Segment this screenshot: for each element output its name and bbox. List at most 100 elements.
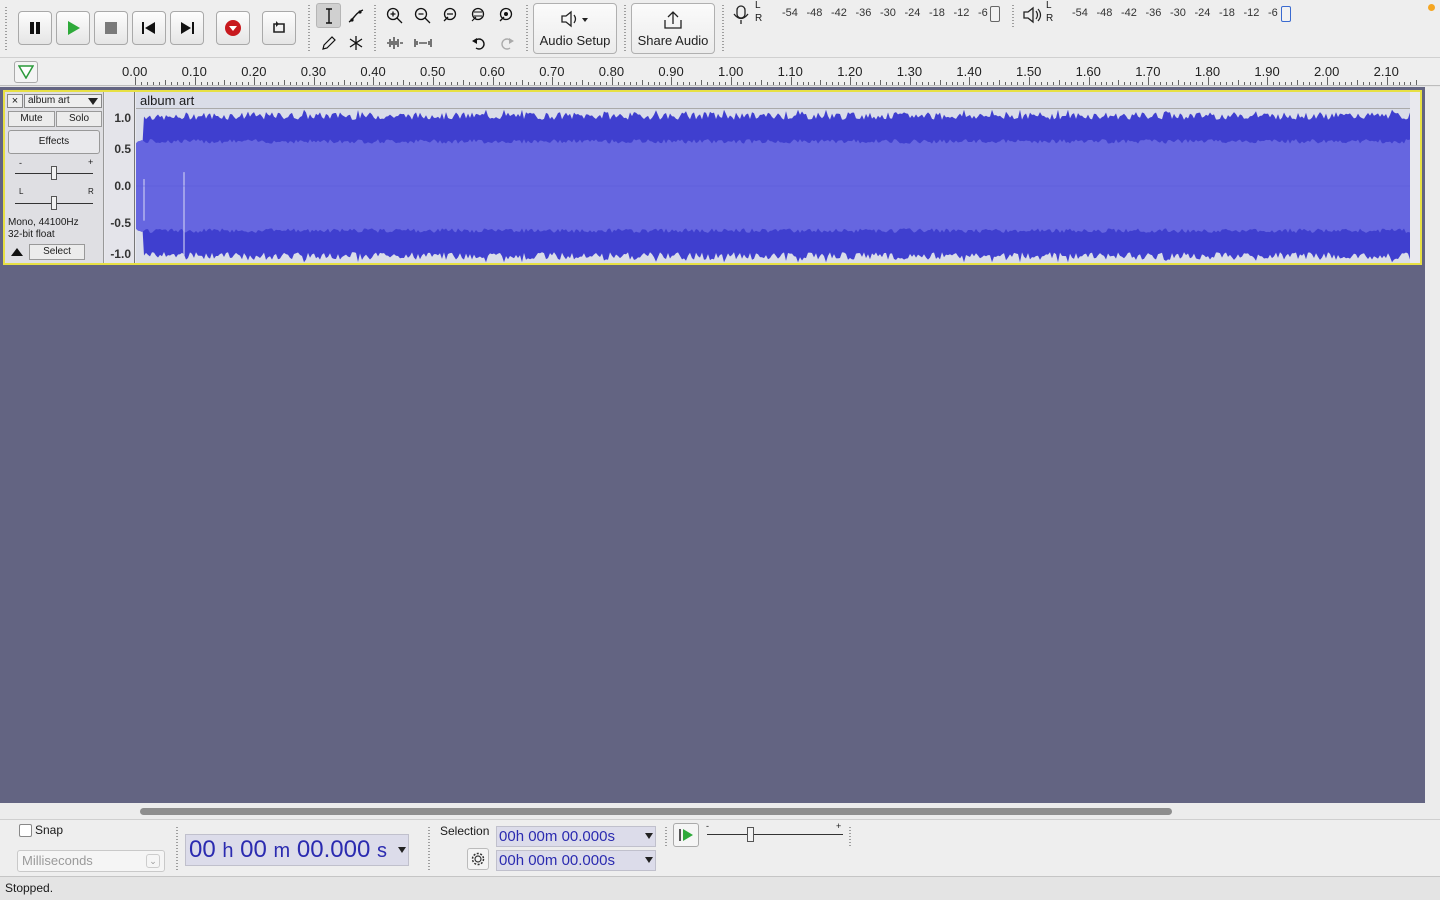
pan-left-label: L [19, 187, 24, 196]
draw-tool[interactable] [316, 30, 341, 55]
horizontal-scrollbar-thumb[interactable] [140, 808, 1172, 815]
toolbar-grip[interactable] [4, 6, 8, 50]
toolbar-grip[interactable] [175, 826, 179, 872]
track-close-button[interactable]: × [7, 94, 23, 108]
snap-unit-select[interactable]: Milliseconds ⌄ [17, 850, 165, 872]
meter-scale-label: -18 [929, 7, 945, 19]
snap-checkbox[interactable] [19, 824, 32, 837]
ruler-minor-tick [1011, 82, 1013, 85]
track-name-menu[interactable]: album art [24, 94, 102, 108]
ruler-tick [373, 77, 375, 85]
toolbar-grip[interactable] [721, 4, 725, 52]
pause-button[interactable] [18, 11, 52, 45]
selection-settings-button[interactable] [467, 848, 489, 870]
track-area[interactable]: × album art Mute Solo Effects - + L R Mo… [0, 87, 1425, 803]
toolbar-grip[interactable] [664, 826, 668, 848]
record-meter[interactable]: -54 -48 -42 -36 -30 -24 -18 -12 -6 [770, 3, 1005, 25]
ruler-minor-tick [1172, 82, 1174, 85]
ruler-minor-tick [468, 82, 470, 85]
ruler-tick [254, 77, 256, 85]
trim-audio-button[interactable] [382, 30, 407, 55]
fit-project-button[interactable] [466, 3, 491, 28]
horizontal-scrollbar[interactable] [0, 803, 1425, 819]
mute-button[interactable]: Mute [8, 111, 55, 127]
ruler-minor-tick [1034, 82, 1036, 85]
share-audio-button[interactable]: Share Audio [631, 3, 715, 54]
ruler-minor-tick [361, 82, 363, 85]
play-button[interactable] [56, 11, 90, 45]
record-button[interactable] [216, 11, 250, 45]
playback-meter-slider[interactable] [1281, 6, 1291, 22]
ruler-minor-tick [665, 82, 667, 85]
ruler-minor-tick [629, 82, 631, 85]
sel-start-m-unit: m [544, 828, 558, 845]
gain-slider-thumb[interactable] [51, 166, 57, 180]
amplitude-ruler[interactable]: 1.0 0.5 0.0 -0.5 -1.0 [105, 92, 135, 263]
ruler-minor-tick [462, 80, 464, 85]
speed-slider-thumb[interactable] [747, 827, 754, 842]
triangle-down-icon [18, 65, 34, 79]
ruler-minor-tick [498, 82, 500, 85]
solo-button[interactable]: Solo [56, 111, 102, 127]
multi-tool[interactable] [343, 30, 368, 55]
toolbar-grip[interactable] [373, 4, 377, 52]
ruler-tick [1207, 77, 1209, 85]
ruler-minor-tick [558, 82, 560, 85]
ruler-minor-tick [701, 80, 703, 85]
ruler-tick [1148, 77, 1150, 85]
audio-clip[interactable]: album art [136, 92, 1410, 263]
skip-to-end-button[interactable] [170, 11, 204, 45]
ruler-minor-tick [725, 82, 727, 85]
toolbar-grip[interactable] [1011, 4, 1015, 28]
redo-button[interactable] [494, 30, 519, 55]
toolbar-grip[interactable] [307, 4, 311, 52]
gain-slider[interactable] [15, 166, 93, 180]
loop-button[interactable] [262, 11, 296, 45]
undo-button[interactable] [466, 30, 491, 55]
select-track-button[interactable]: Select [29, 244, 85, 260]
pan-slider-thumb[interactable] [51, 196, 57, 210]
selection-end-display[interactable]: 00h 00m 00.000s [496, 850, 656, 871]
playback-meter[interactable]: -54 -48 -42 -36 -30 -24 -18 -12 -6 [1060, 3, 1300, 25]
zoom-toggle-button[interactable] [494, 3, 519, 28]
timeline-options-button[interactable] [14, 61, 38, 83]
envelope-tool[interactable] [343, 3, 368, 28]
ruler-minor-tick [182, 82, 184, 85]
ruler-minor-tick [1106, 82, 1108, 85]
stop-button[interactable] [94, 11, 128, 45]
waveform[interactable] [136, 109, 1410, 263]
pause-icon [30, 22, 40, 34]
zoom-out-button[interactable] [410, 3, 435, 28]
ruler-minor-tick [438, 82, 440, 85]
sel-end-h-unit: h [515, 852, 525, 869]
pan-slider[interactable] [15, 196, 93, 210]
playback-speed-slider[interactable]: - + [705, 821, 845, 848]
timeline-ruler[interactable]: 0.00 0.10 0.20 0.30 0.40 0.50 0.60 0.70 0.80 0.90… [0, 57, 1440, 86]
toolbar-grip[interactable] [623, 4, 627, 52]
toolbar-grip[interactable] [525, 4, 529, 52]
skip-to-start-button[interactable] [132, 11, 166, 45]
zoom-in-button[interactable] [382, 3, 407, 28]
undo-icon [471, 37, 485, 50]
ruler-minor-tick [820, 80, 822, 85]
audio-setup-button[interactable]: Audio Setup [533, 3, 617, 54]
ruler-minor-tick [778, 82, 780, 85]
audio-position-display[interactable]: 00 h 00 m 00.000 s [185, 834, 409, 866]
silence-audio-button[interactable] [410, 30, 435, 55]
record-meter-slider[interactable] [990, 6, 1000, 22]
selection-start-display[interactable]: 00h 00m 00.000s [496, 826, 656, 847]
ruler-tick [1327, 77, 1328, 85]
redo-icon [500, 37, 514, 50]
effects-button[interactable]: Effects [8, 130, 100, 154]
ruler-minor-tick [826, 82, 828, 85]
toolbar-grip[interactable] [848, 826, 852, 848]
collapse-track-button[interactable] [7, 244, 27, 260]
clip-name[interactable]: album art [136, 92, 1410, 109]
play-at-speed-button[interactable] [673, 823, 699, 847]
meter-scale-label: -24 [1194, 7, 1211, 19]
fit-selection-button[interactable] [438, 3, 463, 28]
selection-tool[interactable] [316, 3, 341, 28]
audio-track[interactable]: × album art Mute Solo Effects - + L R Mo… [3, 90, 1422, 265]
ruler-minor-tick [796, 82, 798, 85]
toolbar-grip[interactable] [427, 826, 431, 872]
